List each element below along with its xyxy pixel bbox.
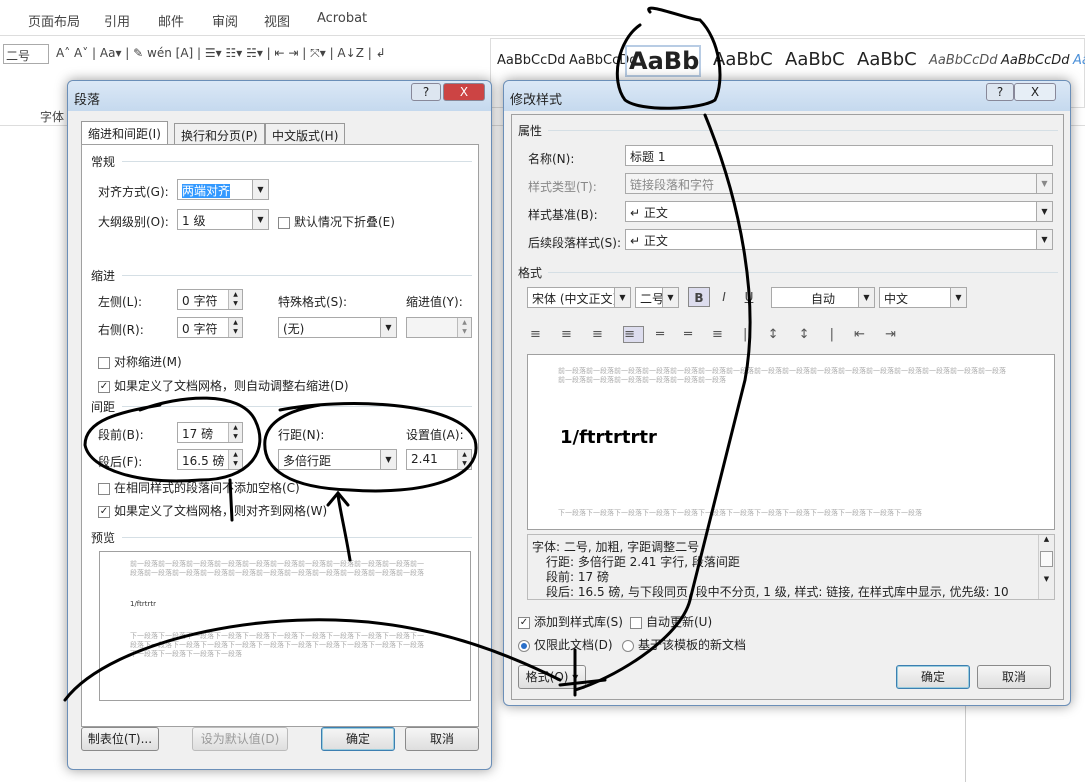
underline-button[interactable]: U [738, 287, 760, 307]
paragraph-dialog: 段落 ? X 缩进和间距(I) 换行和分页(P) 中文版式(H) 常规 对齐方式… [67, 80, 492, 770]
outline-level-select[interactable]: 1 级 ▼ [177, 209, 269, 230]
at-input[interactable]: 2.41 ▲ ▼ [406, 449, 472, 470]
dialog-body: 属性 名称(N): 标题 1 样式类型(T): 链接段落和字符 ▼ 样式基准(B)… [511, 114, 1064, 700]
indent-by-input[interactable]: ▲ ▼ [406, 317, 472, 338]
help-button[interactable]: ? [986, 83, 1014, 101]
description-scrollbar[interactable]: ▲ ▼ [1038, 535, 1054, 599]
cancel-button[interactable]: 取消 [405, 727, 479, 751]
based-on-select[interactable]: ↵ 正文 ▼ [625, 201, 1053, 222]
language-select[interactable]: 中文 ▼ [879, 287, 967, 308]
font-select[interactable]: 宋体 (中文正文) ▼ [527, 287, 631, 308]
ok-button[interactable]: 确定 [321, 727, 395, 751]
paragraph-preview: 前一段落前一段落前一段落前一段落前一段落前一段落前一段落前一段落前一段落前一段落… [99, 551, 471, 701]
space-before-label: 段前(B): [98, 428, 144, 442]
only-this-document-radio[interactable]: 仅限此文档(D) [518, 636, 613, 653]
alignment-label: 对齐方式(G): [98, 185, 169, 199]
style-heading-1[interactable]: AaBb [625, 45, 701, 77]
close-button[interactable]: X [1014, 83, 1056, 101]
general-heading: 常规 [91, 155, 116, 169]
cancel-button[interactable]: 取消 [977, 665, 1051, 689]
font-group-label: 字体 [40, 110, 65, 124]
style-description: 字体: 二号, 加粗, 字距调整二号 行距: 多倍行距 2.41 字行, 段落间… [527, 534, 1055, 600]
auto-right-indent-checkbox[interactable]: ✓ 如果定义了文档网格，则自动调整右缩进(D) [98, 377, 349, 394]
spacing-heading: 间距 [91, 400, 116, 414]
no-space-same-style-checkbox[interactable]: 在相同样式的段落间不添加空格(C) [98, 479, 300, 496]
menu-view[interactable]: 视图 [264, 11, 290, 30]
tab-asian-typography[interactable]: 中文版式(H) [265, 123, 346, 145]
left-indent-input[interactable]: 0 字符 ▲ ▼ [177, 289, 243, 310]
style-emphasis[interactable]: AaBbCcDd [1001, 53, 1070, 68]
modify-style-dialog: 修改样式 ? X 属性 名称(N): 标题 1 样式类型(T): 链接段落和字符… [503, 80, 1071, 706]
alignment-spacing-toolbar[interactable]: ≡ ≡ ≡ ≡ ═ ═ ≡ | ↕ ↕ | ⇤ ⇥ [530, 326, 904, 343]
format-menu-button[interactable]: 格式(O) ▾ [518, 665, 586, 689]
menu-acrobat[interactable]: Acrobat [317, 11, 367, 26]
tabs-button[interactable]: 制表位(T)... [81, 727, 159, 751]
line-spacing-label: 行距(N): [278, 428, 325, 442]
indent-heading: 缩进 [91, 269, 116, 283]
style-normal[interactable]: AaBbCcDd [497, 53, 566, 68]
special-indent-label: 特殊格式(S): [278, 295, 348, 309]
at-label: 设置值(A): [406, 428, 464, 442]
preview-heading: 预览 [91, 531, 116, 545]
right-indent-input[interactable]: 0 字符 ▲ ▼ [177, 317, 243, 338]
tab-indent-spacing[interactable]: 缩进和间距(I) [81, 121, 168, 145]
grow-font-icon[interactable]: A˄ A˅ | Aa▾ | ✎ wén [A] | ☰▾ ☷▾ ☵▾ | ⇤ ⇥… [56, 46, 386, 61]
special-indent-select[interactable]: (无) ▼ [278, 317, 397, 338]
menu-page-layout[interactable]: 页面布局 [28, 11, 80, 30]
next-style-label: 后续段落样式(S): [528, 236, 622, 250]
format-heading: 格式 [518, 266, 543, 280]
style-title[interactable]: AaBbC [785, 49, 845, 70]
menu-review[interactable]: 审阅 [212, 11, 238, 30]
justify-icon: ≡ [623, 326, 644, 343]
mirror-indent-checkbox[interactable]: 对称缩进(M) [98, 353, 182, 370]
based-on-label: 样式基准(B): [528, 208, 598, 222]
font-size-select[interactable]: 二号 ▼ [635, 287, 679, 308]
bold-button[interactable]: B [688, 287, 710, 307]
style-type-select[interactable]: 链接段落和字符 ▼ [625, 173, 1053, 194]
tab-panel: 常规 对齐方式(G): 两端对齐 ▼ 大纲级别(O): 1 级 ▼ 默认情况下折叠(… [81, 144, 479, 727]
style-preview: 前一段落前一段落前一段落前一段落前一段落前一段落前一段落前一段落前一段落前一段落… [527, 354, 1055, 530]
new-documents-radio[interactable]: 基于该模板的新文档 [622, 636, 746, 653]
alignment-select[interactable]: 两端对齐 ▼ [177, 179, 269, 200]
italic-button[interactable]: I [713, 287, 735, 307]
line-spacing-select[interactable]: 多倍行距 ▼ [278, 449, 397, 470]
tab-line-page-breaks[interactable]: 换行和分页(P) [174, 123, 265, 145]
space-before-input[interactable]: 17 磅 ▲ ▼ [177, 422, 243, 443]
name-label: 名称(N): [528, 152, 575, 166]
space-after-label: 段后(F): [98, 455, 143, 469]
add-to-gallery-checkbox[interactable]: ✓ 添加到样式库(S) [518, 613, 623, 630]
font-color-select[interactable]: 自动 ▼ [771, 287, 875, 308]
style-subtitle[interactable]: AaBbC [857, 49, 917, 70]
close-button[interactable]: X [443, 83, 485, 101]
snap-to-grid-checkbox[interactable]: ✓ 如果定义了文档网格，则对齐到网格(W) [98, 502, 327, 519]
font-size-select[interactable]: 二号 [3, 44, 49, 64]
menu-mailings[interactable]: 邮件 [158, 11, 184, 30]
properties-heading: 属性 [518, 124, 543, 138]
ok-button[interactable]: 确定 [896, 665, 970, 689]
set-default-button[interactable]: 设为默认值(D) [192, 727, 288, 751]
style-intense[interactable]: Aa [1073, 53, 1085, 68]
next-style-select[interactable]: ↵ 正文 ▼ [625, 229, 1053, 250]
auto-update-checkbox[interactable]: 自动更新(U) [630, 613, 712, 630]
menu-references[interactable]: 引用 [104, 11, 130, 30]
indent-by-label: 缩进值(Y): [406, 295, 463, 309]
right-indent-label: 右侧(R): [98, 323, 144, 337]
outline-level-label: 大纲级别(O): [98, 215, 169, 229]
style-type-label: 样式类型(T): [528, 180, 597, 194]
style-subtle-emphasis[interactable]: AaBbCcDd [929, 53, 998, 68]
style-heading-2[interactable]: AaBbC [713, 49, 773, 70]
style-name-input[interactable]: 标题 1 [625, 145, 1053, 166]
menu-bar: 页面布局 引用 邮件 审阅 视图 Acrobat [0, 0, 1085, 36]
help-button[interactable]: ? [411, 83, 441, 101]
collapse-checkbox[interactable]: 默认情况下折叠(E) [278, 213, 395, 230]
space-after-input[interactable]: 16.5 磅 ▲ ▼ [177, 449, 243, 470]
left-indent-label: 左侧(L): [98, 295, 143, 309]
